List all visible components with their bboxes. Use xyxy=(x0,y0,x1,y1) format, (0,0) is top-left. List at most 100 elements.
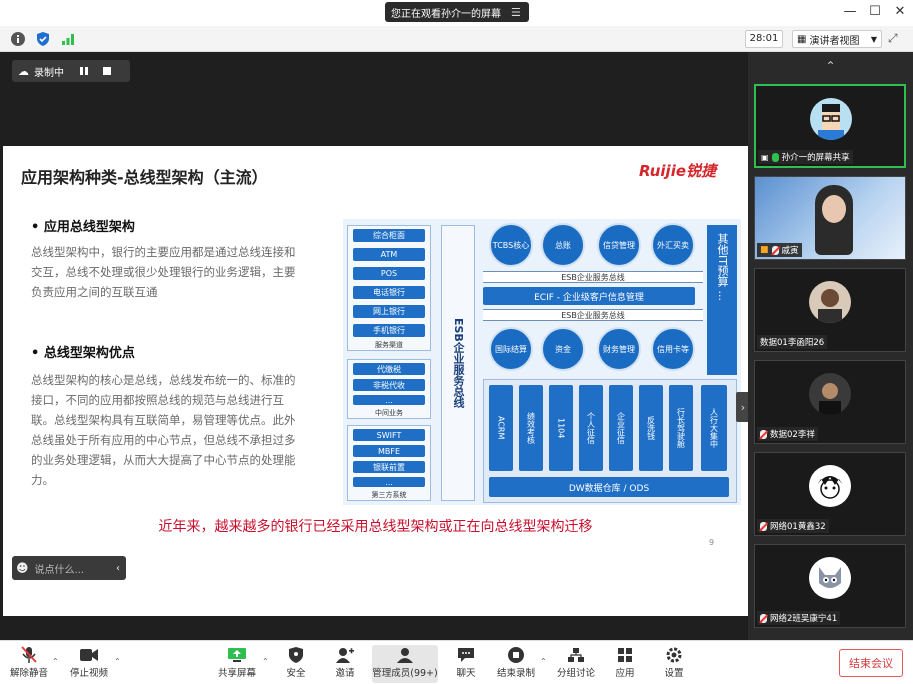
invite-button[interactable]: 邀请 xyxy=(326,645,364,683)
architecture-diagram: 综合柜面 ATM POS 电话银行 网上银行 手机银行 服务渠道 代缴税 非税代… xyxy=(343,219,741,505)
mic-icon xyxy=(771,152,779,162)
apps-grid-icon xyxy=(614,645,636,665)
maximize-icon[interactable]: ☐ xyxy=(865,4,885,19)
chevron-up-icon[interactable]: ⌃ xyxy=(540,657,547,666)
diagram-box: 企业征信 xyxy=(609,385,633,471)
diagram-circle: 总账 xyxy=(541,223,585,267)
manage-members-button[interactable]: 管理成员(99+) xyxy=(372,645,438,683)
info-icon[interactable] xyxy=(10,31,26,47)
shield-icon xyxy=(285,645,307,665)
minimize-icon[interactable]: — xyxy=(840,4,860,19)
section-body: 总线型架构中，银行的主要应用都是通过总线连接和交互，总线不处理或很少处理银行的业… xyxy=(31,245,296,299)
share-banner-text: 您正在观看孙介一的屏幕 xyxy=(391,8,501,20)
meeting-toolbar: 解除静音 ⌃ 停止视频 ⌃ 共享屏幕 ⌃ 安全 邀请 管理成员(99+) 聊天 … xyxy=(0,640,913,684)
esb-bus-label: ESB企业服务总线 xyxy=(483,309,703,321)
diagram-box: 网上银行 xyxy=(353,305,425,318)
cartoon-cat-icon xyxy=(809,557,851,599)
chevron-up-icon[interactable]: ⌃ xyxy=(52,657,59,666)
toolbar-label: 管理成员(99+) xyxy=(372,668,438,679)
diagram-box: ACRM xyxy=(489,385,513,471)
diagram-circle: 资金 xyxy=(541,327,585,371)
diagram-box: SWIFT xyxy=(353,429,425,441)
diagram-box: 综合柜面 xyxy=(353,229,425,242)
participant-name: 数据02李祥 xyxy=(770,430,815,440)
unmute-button[interactable]: 解除静音 xyxy=(6,645,52,683)
participant-name: 戚寅 xyxy=(781,246,799,256)
breakout-button[interactable]: 分组讨论 xyxy=(554,645,598,683)
info-bar: 28:01 ▦ 演讲者视图 ▼ ⤢ xyxy=(0,26,913,52)
diagram-box: ATM xyxy=(353,248,425,261)
photo-avatar-icon xyxy=(809,281,851,323)
participant-nameplate: ■ 戚寅 xyxy=(757,243,802,257)
face-shape xyxy=(822,195,846,223)
toolbar-label: 聊天 xyxy=(456,668,476,679)
toolbar-label: 共享屏幕 xyxy=(217,668,256,679)
view-mode-label: 演讲者视图 xyxy=(809,35,860,47)
security-button[interactable]: 安全 xyxy=(278,645,314,683)
diagram-box: 电话银行 xyxy=(353,286,425,299)
chat-bubble-icon xyxy=(455,645,477,665)
diagram-circle: 国际结算 xyxy=(489,327,533,371)
close-icon[interactable]: ✕ xyxy=(890,4,910,19)
apps-button[interactable]: 应用 xyxy=(608,645,642,683)
participant-tile[interactable]: 数据01李函阳26 xyxy=(754,268,906,352)
menu-icon[interactable]: ☰ xyxy=(511,6,521,19)
stop-icon xyxy=(103,67,111,75)
section-body: 总线型架构的核心是总线，总线发布统一的、标准的接口，不同的应用都按照总线的规范与… xyxy=(31,373,296,487)
video-camera-icon xyxy=(78,645,100,665)
ruijie-logo: Ruijie锐捷 xyxy=(639,162,717,180)
diagram-label: 第三方系统 xyxy=(371,491,407,499)
diagram-circle: TCBS核心 xyxy=(489,223,533,267)
scroll-up-button[interactable]: ⌃ xyxy=(748,54,913,78)
participant-nameplate: 网络2班吴康宁41 xyxy=(757,611,841,625)
shield-icon[interactable] xyxy=(35,31,51,47)
toolbar-label: 应用 xyxy=(615,668,635,679)
host-icon: ■ xyxy=(760,245,769,255)
recording-label: 录制中 xyxy=(34,67,64,79)
pause-recording-button[interactable] xyxy=(75,63,93,79)
toolbar-label: 设置 xyxy=(664,668,684,679)
fullscreen-icon[interactable]: ⤢ xyxy=(888,31,898,46)
mic-muted-icon xyxy=(771,245,779,255)
signal-icon[interactable] xyxy=(60,31,76,47)
ecif-bar: ECIF - 企业级客户信息管理 xyxy=(483,287,695,305)
end-recording-button[interactable]: 结束录制 xyxy=(494,645,538,683)
participant-tile[interactable]: ▣ 孙介一的屏幕共享 xyxy=(754,84,906,168)
participant-tile[interactable]: 数据02李祥 xyxy=(754,360,906,444)
esb-vertical-bus: ESB企业服务总线 xyxy=(441,225,475,501)
cartoon-avatar-icon xyxy=(810,98,852,140)
toolbar-label: 安全 xyxy=(286,668,306,679)
diagram-box: 人行大集中 xyxy=(701,385,727,471)
view-mode-dropdown[interactable]: ▦ 演讲者视图 ▼ xyxy=(792,30,882,48)
screen-share-icon: ▣ xyxy=(761,152,769,162)
toolbar-label: 邀请 xyxy=(335,668,355,679)
chevron-up-icon[interactable]: ⌃ xyxy=(114,657,121,666)
stop-video-button[interactable]: 停止视频 xyxy=(66,645,112,683)
share-screen-button[interactable]: 共享屏幕 xyxy=(214,645,260,683)
participant-tile[interactable]: 网络01黄鑫32 xyxy=(754,452,906,536)
share-banner[interactable]: 您正在观看孙介一的屏幕 ☰ xyxy=(385,2,529,22)
end-meeting-button[interactable]: 结束会议 xyxy=(839,649,903,677)
diagram-label: 服务渠道 xyxy=(375,341,403,349)
chevron-up-icon[interactable]: ⌃ xyxy=(262,657,269,666)
diagram-box: 手机银行 xyxy=(353,324,425,337)
dw-bar: DW数据仓库 / ODS xyxy=(489,477,729,497)
breakout-rooms-icon xyxy=(565,645,587,665)
participant-tile[interactable]: ■ 戚寅 xyxy=(754,176,906,260)
settings-button[interactable]: 设置 xyxy=(656,645,692,683)
mic-muted-icon xyxy=(760,521,767,531)
recording-indicator: ☁ 录制中 xyxy=(12,60,130,82)
participant-tile[interactable]: 网络2班吴康宁41 xyxy=(754,544,906,628)
chat-input-box[interactable]: ☻ 说点什么... ‹ xyxy=(12,556,126,580)
participant-name: 数据01李函阳26 xyxy=(760,338,825,348)
diagram-box: 行长驾驶舱 xyxy=(669,385,693,471)
stop-recording-button[interactable] xyxy=(98,63,116,79)
chat-button[interactable]: 聊天 xyxy=(448,645,484,683)
title-bar: 您正在观看孙介一的屏幕 ☰ — ☐ ✕ xyxy=(0,0,913,26)
emoji-icon[interactable]: ☻ xyxy=(16,561,29,575)
diagram-box: 银联前置 xyxy=(353,461,425,473)
participant-name: 孙介一的屏幕共享 xyxy=(781,153,850,163)
chevron-right-icon: › xyxy=(740,400,746,414)
slide-footer: 近年来，越来越多的银行已经采用总线型架构或正在向总线型架构迁移 xyxy=(158,519,593,535)
chevron-left-icon[interactable]: ‹ xyxy=(116,563,120,574)
